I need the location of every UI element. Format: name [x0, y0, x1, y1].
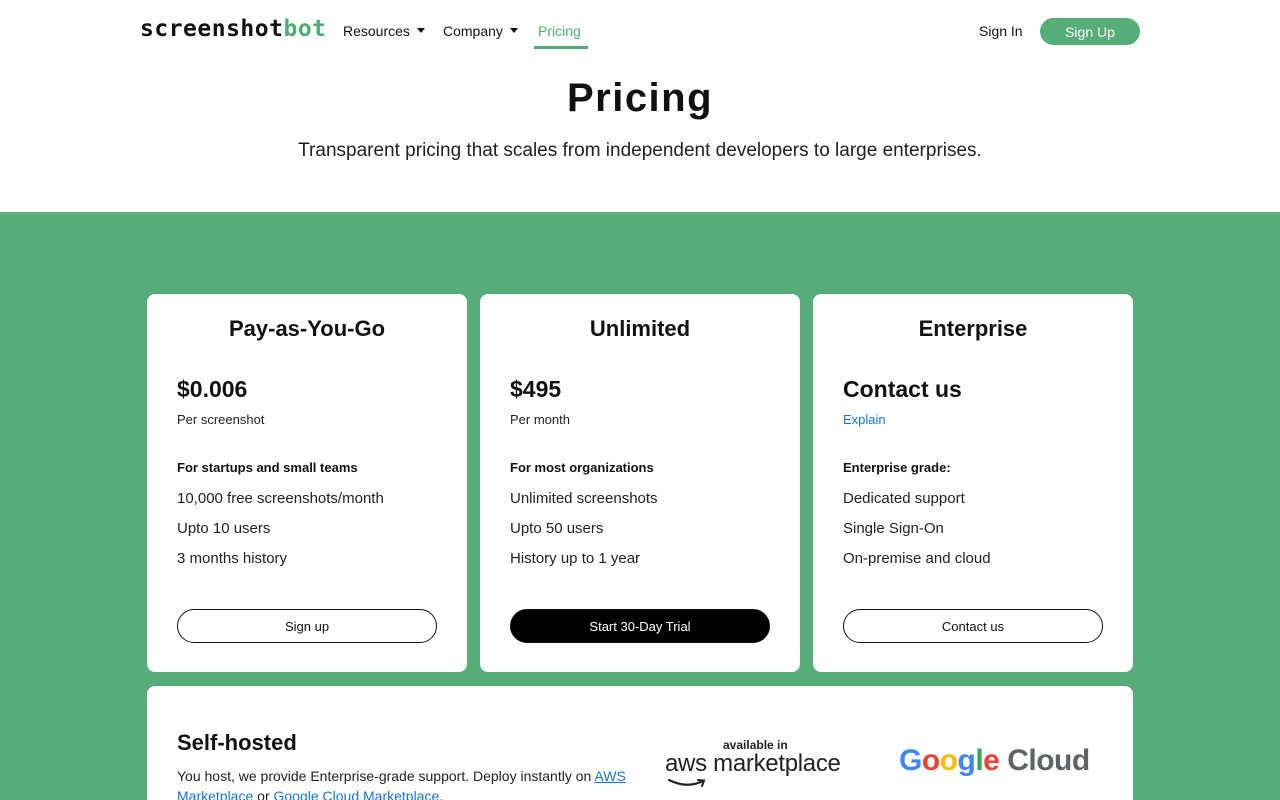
gcloud-cloud-text: Cloud	[999, 744, 1090, 777]
sign-in-link[interactable]: Sign In	[979, 23, 1023, 39]
self-hosted-text-end: .	[439, 788, 444, 800]
plan-price-unit: Per month	[510, 412, 570, 427]
plan-feature: On-premise and cloud	[843, 550, 991, 567]
logo-accent-text: bot	[283, 16, 327, 42]
logo-main-text: screenshot	[140, 16, 284, 42]
gcloud-letter: G	[899, 744, 922, 777]
nav-resources[interactable]: Resources	[343, 23, 425, 39]
plan-price-unit: Per screenshot	[177, 412, 265, 427]
sign-up-button[interactable]: Sign Up	[1040, 18, 1140, 45]
plan-feature: Upto 10 users	[177, 520, 271, 537]
self-hosted-description: You host, we provide Enterprise-grade su…	[177, 766, 637, 800]
plan-feature: Upto 50 users	[510, 520, 604, 537]
chevron-down-icon	[416, 27, 425, 33]
aws-logo-main-text: aws marketplace	[665, 750, 841, 777]
sign-up-plan-button[interactable]: Sign up	[177, 609, 437, 643]
self-hosted-card: Self-hosted You host, we provide Enterpr…	[147, 686, 1133, 800]
nav-company[interactable]: Company	[443, 23, 518, 39]
gcloud-letter: e	[983, 744, 1000, 777]
aws-marketplace-logo[interactable]: available in aws marketplace	[665, 738, 850, 793]
plan-feature: 3 months history	[177, 550, 288, 567]
plan-audience: For most organizations	[510, 460, 654, 475]
plan-price: $495	[510, 376, 562, 402]
plan-feature: Unlimited screenshots	[510, 490, 658, 507]
plan-card-unlimited: Unlimited $495 Per month For most organi…	[480, 294, 800, 672]
nav-resources-label: Resources	[343, 23, 410, 39]
plan-title: Enterprise	[918, 316, 1028, 341]
plan-feature: History up to 1 year	[510, 550, 641, 567]
google-cloud-logo[interactable]: Google Cloud	[899, 744, 1090, 778]
plan-card-pay-as-you-go: Pay-as-You-Go $0.006 Per screenshot For …	[147, 294, 467, 672]
plan-card-enterprise: Enterprise Contact us Explain Enterprise…	[813, 294, 1133, 672]
explain-link[interactable]: Explain	[843, 412, 886, 427]
top-navbar: screenshotbot Resources Company Pricing …	[0, 0, 1280, 64]
aws-smile-icon	[667, 778, 706, 787]
gcloud-letter: o	[939, 744, 958, 777]
active-nav-indicator	[534, 46, 588, 49]
plan-feature: Dedicated support	[843, 490, 965, 507]
plan-title: Unlimited	[589, 316, 691, 341]
gcloud-letter: l	[975, 744, 984, 777]
plan-feature: 10,000 free screenshots/month	[177, 490, 384, 507]
self-hosted-text: You host, we provide Enterprise-grade su…	[177, 768, 595, 784]
chevron-down-icon	[509, 27, 518, 33]
self-hosted-title: Self-hosted	[177, 730, 297, 755]
start-trial-button[interactable]: Start 30-Day Trial	[510, 609, 770, 643]
nav-company-label: Company	[443, 23, 503, 39]
plan-price: Contact us	[843, 376, 962, 402]
plan-audience: Enterprise grade:	[843, 460, 951, 475]
google-cloud-marketplace-link[interactable]: Google Cloud Marketplace	[274, 788, 440, 800]
plan-audience: For startups and small teams	[177, 460, 358, 475]
self-hosted-text-or: or	[253, 788, 274, 800]
page-title: Pricing	[566, 76, 714, 120]
page-subtitle: Transparent pricing that scales from ind…	[298, 140, 982, 161]
plan-price: $0.006	[177, 376, 248, 402]
gcloud-letter: o	[921, 744, 940, 777]
nav-pricing-label: Pricing	[538, 23, 581, 39]
gcloud-letter: g	[957, 744, 976, 777]
contact-us-button[interactable]: Contact us	[843, 609, 1103, 643]
plan-title: Pay-as-You-Go	[228, 316, 386, 341]
site-logo[interactable]: screenshotbot	[140, 16, 327, 42]
plan-feature: Single Sign-On	[843, 520, 944, 537]
nav-pricing[interactable]: Pricing	[538, 23, 581, 39]
